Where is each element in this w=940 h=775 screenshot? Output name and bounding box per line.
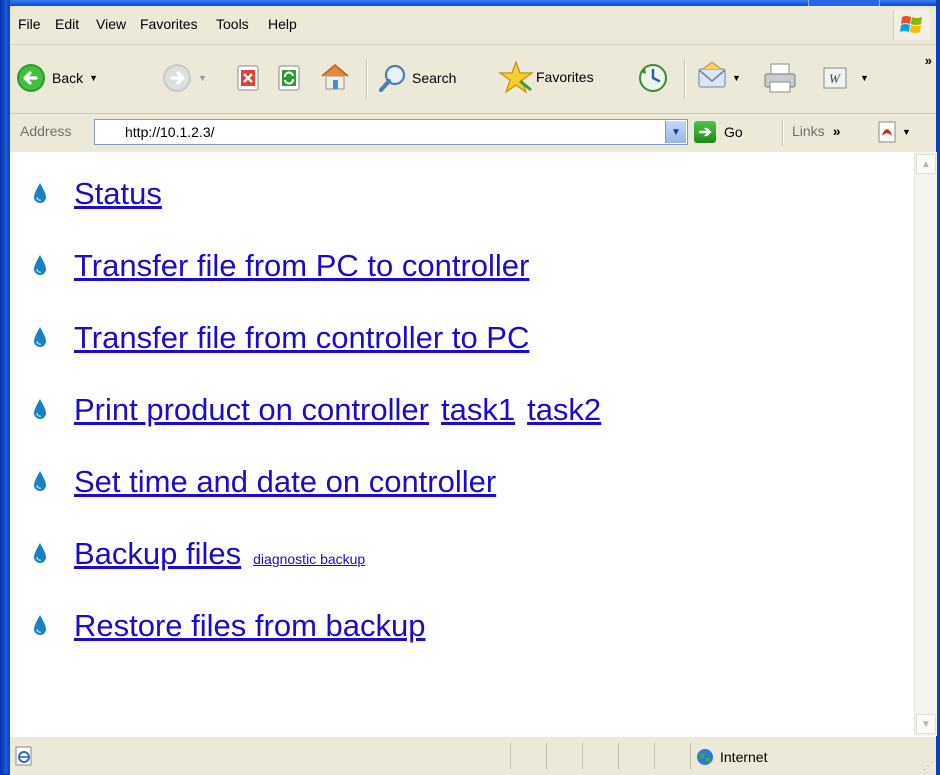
printer-icon xyxy=(764,63,796,93)
svg-text:W: W xyxy=(829,71,841,86)
favorites-button[interactable]: Favorites xyxy=(498,60,594,94)
forward-arrow-icon xyxy=(163,64,191,92)
transfer-pc-to-controller-link[interactable]: Transfer file from PC to controller xyxy=(74,246,529,286)
list-item: Transfer file from controller to PC xyxy=(32,318,601,390)
go-label: Go xyxy=(724,124,743,140)
windows-logo xyxy=(893,10,930,40)
status-bar: Internet ⋰ xyxy=(10,736,936,775)
refresh-button[interactable] xyxy=(276,64,302,92)
task1-link[interactable]: task1 xyxy=(441,390,515,430)
menu-file[interactable]: File xyxy=(18,16,41,32)
status-link[interactable]: Status xyxy=(74,174,162,214)
windows-flag-icon xyxy=(900,16,922,33)
address-label: Address xyxy=(20,123,72,139)
stop-icon xyxy=(237,65,259,91)
resize-grip[interactable]: ⋰ xyxy=(923,761,933,772)
set-time-date-link[interactable]: Set time and date on controller xyxy=(74,462,496,502)
search-icon xyxy=(379,64,406,92)
restore-files-link[interactable]: Restore files from backup xyxy=(74,606,425,646)
zone-label: Internet xyxy=(720,749,768,765)
security-zone: Internet xyxy=(696,748,767,766)
address-input[interactable]: http://10.1.2.3/ ▼ xyxy=(94,119,688,145)
address-bar: Address http://10.1.2.3/ ▼ ➔ Go Links » ▼ xyxy=(10,114,936,153)
go-arrow-icon: ➔ xyxy=(694,121,716,143)
links-toolbar[interactable]: Links » xyxy=(792,123,840,139)
menu-favorites[interactable]: Favorites xyxy=(140,16,198,32)
chevron-down-icon: ▼ xyxy=(921,718,931,730)
pdf-tool-button[interactable]: ▼ xyxy=(876,121,911,143)
pdf-dropdown-icon[interactable]: ▼ xyxy=(902,127,911,137)
back-button[interactable]: Back ▼ xyxy=(16,63,98,93)
list-item: Print product on controller task1 task2 xyxy=(32,390,601,462)
pdf-icon xyxy=(878,121,896,143)
list-item: Restore files from backup xyxy=(32,606,601,678)
backup-files-link[interactable]: Backup files xyxy=(74,534,241,574)
list-item: Set time and date on controller xyxy=(32,462,601,534)
home-button[interactable] xyxy=(318,61,352,93)
history-icon xyxy=(639,64,667,92)
search-button[interactable]: Search xyxy=(378,63,456,93)
favorites-label: Favorites xyxy=(536,69,594,85)
vertical-scrollbar[interactable]: ▲ ▼ xyxy=(914,152,937,736)
transfer-controller-to-pc-link[interactable]: Transfer file from controller to PC xyxy=(74,318,529,358)
address-dropdown-button[interactable]: ▼ xyxy=(665,121,686,143)
history-button[interactable] xyxy=(636,62,670,94)
droplet-bullet-icon xyxy=(34,543,46,563)
toolbar-overflow-chevron[interactable]: » xyxy=(925,53,932,68)
address-url[interactable]: http://10.1.2.3/ xyxy=(125,124,215,140)
home-icon xyxy=(321,64,349,90)
droplet-bullet-icon xyxy=(34,615,46,635)
mail-dropdown-icon[interactable]: ▼ xyxy=(732,73,741,83)
droplet-bullet-icon xyxy=(34,471,46,491)
menu-bar: File Edit View Favorites Tools Help xyxy=(10,6,936,45)
menu-view[interactable]: View xyxy=(96,16,126,32)
stop-button[interactable] xyxy=(235,64,261,92)
window-frame-left xyxy=(0,0,10,774)
word-icon: W xyxy=(823,67,847,89)
globe-icon xyxy=(697,749,713,765)
favorites-star-icon xyxy=(498,60,534,94)
back-label: Back xyxy=(52,70,84,86)
mail-button[interactable]: ▼ xyxy=(696,62,741,94)
back-dropdown-icon[interactable]: ▼ xyxy=(89,73,98,83)
chevron-down-icon: ▼ xyxy=(671,126,681,138)
standard-toolbar: Back ▼ ▼ Search Favorites ▼ W ▼ » xyxy=(10,45,936,114)
search-label: Search xyxy=(412,70,457,86)
chevron-up-icon: ▲ xyxy=(921,158,931,170)
menu-tools[interactable]: Tools xyxy=(216,16,249,32)
droplet-bullet-icon xyxy=(34,399,46,419)
links-overflow-chevron[interactable]: » xyxy=(833,123,841,139)
edit-dropdown-icon[interactable]: ▼ xyxy=(860,73,869,83)
page-content: Status Transfer file from PC to controll… xyxy=(10,152,914,736)
nav-link-list: Status Transfer file from PC to controll… xyxy=(32,174,601,678)
back-arrow-icon xyxy=(17,64,45,92)
mail-icon xyxy=(698,62,726,88)
print-product-link[interactable]: Print product on controller xyxy=(74,390,429,430)
menu-edit[interactable]: Edit xyxy=(55,16,79,32)
task2-link[interactable]: task2 xyxy=(527,390,601,430)
diagnostic-backup-link[interactable]: diagnostic backup xyxy=(253,549,365,569)
droplet-bullet-icon xyxy=(34,183,46,203)
word-edit-button[interactable]: W ▼ xyxy=(822,66,869,90)
list-item: Backup files diagnostic backup xyxy=(32,534,601,606)
print-button[interactable] xyxy=(762,62,798,94)
go-button[interactable]: ➔ Go xyxy=(694,119,743,145)
droplet-bullet-icon xyxy=(34,255,46,275)
list-item: Status xyxy=(32,174,601,246)
refresh-icon xyxy=(278,65,300,91)
droplet-bullet-icon xyxy=(34,327,46,347)
list-item: Transfer file from PC to controller xyxy=(32,246,601,318)
scroll-down-button[interactable]: ▼ xyxy=(916,714,936,734)
forward-dropdown-icon[interactable]: ▼ xyxy=(198,73,207,83)
page-ie-icon xyxy=(15,746,32,766)
menu-help[interactable]: Help xyxy=(268,16,297,32)
links-label: Links xyxy=(792,123,825,139)
scroll-up-button[interactable]: ▲ xyxy=(916,154,936,174)
forward-button[interactable]: ▼ xyxy=(162,63,207,93)
